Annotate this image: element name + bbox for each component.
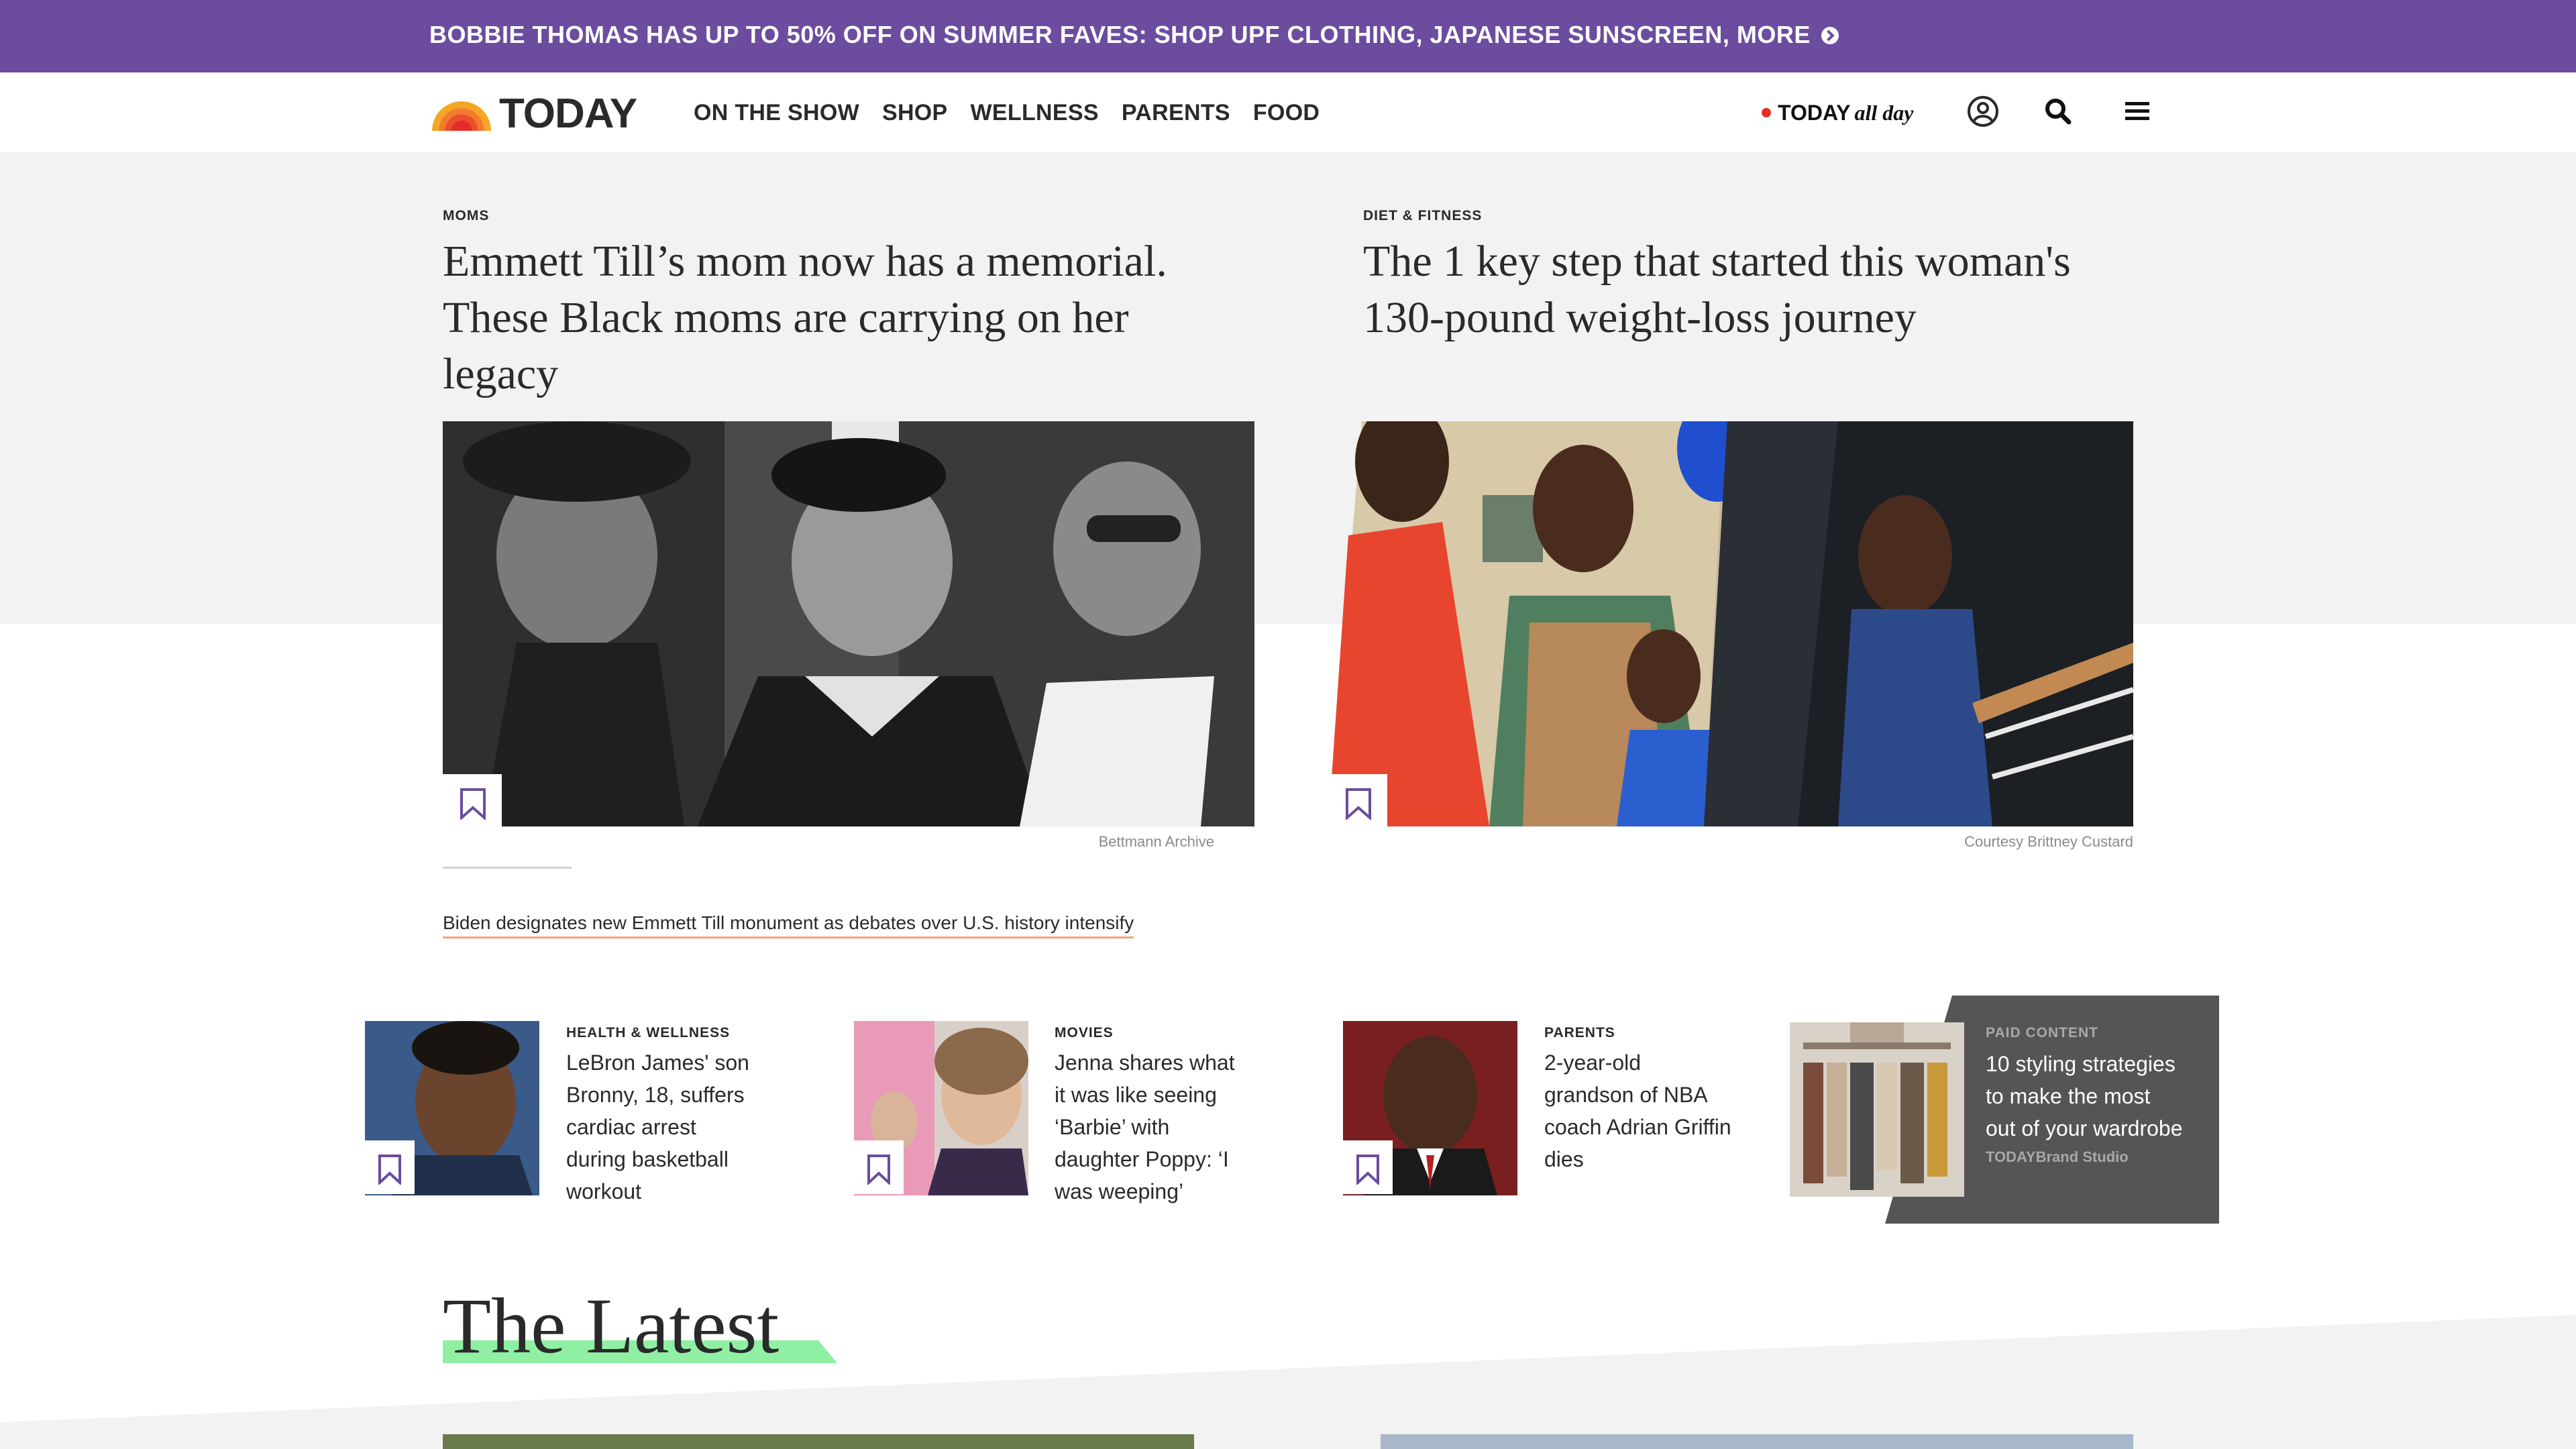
headline-line: to make the most (1986, 1084, 2151, 1108)
hero-left-image[interactable] (443, 421, 1254, 826)
hero-right-bookmark-button[interactable] (1328, 774, 1387, 826)
hero-right-credit: Courtesy Brittney Custard (1964, 833, 2133, 850)
card-2-headline[interactable]: Jenna shares what it was like seeing ‘Ba… (1055, 1046, 1249, 1208)
rainbow-logo-icon (432, 101, 491, 131)
main-nav-links: ON THE SHOW SHOP WELLNESS PARENTS FOOD (694, 72, 1320, 153)
bookmark-icon (460, 788, 486, 820)
paid-card-photo (1790, 1022, 1964, 1197)
headline-line: 10 styling strategies (1986, 1052, 2176, 1076)
search-icon[interactable] (2041, 94, 2076, 129)
allday-rest-text: all day (1854, 100, 1914, 125)
bookmark-icon (867, 1155, 890, 1185)
headline-line: during basketball (566, 1147, 729, 1171)
headline-line: dies (1544, 1147, 1584, 1171)
card-3-headline[interactable]: 2-year-old grandson of NBA coach Adrian … (1544, 1046, 1739, 1175)
latest-section-background (0, 1315, 2576, 1449)
today-logo[interactable]: TODAY (429, 91, 637, 137)
headline-line: coach Adrian Griffin (1544, 1115, 1731, 1139)
hero-right-photo (1328, 421, 2133, 826)
nav-on-the-show[interactable]: ON THE SHOW (694, 100, 859, 126)
bookmark-icon (378, 1155, 401, 1185)
hero-background (0, 153, 2576, 624)
headline-line: ‘Barbie’ with (1055, 1115, 1170, 1139)
headline-line: legacy (443, 350, 559, 398)
promo-banner: BOBBIE THOMAS HAS UP TO 50% OFF ON SUMME… (0, 0, 2576, 72)
user-account-icon[interactable] (1966, 94, 2000, 129)
paid-content-label: PAID CONTENT (1986, 1025, 2098, 1040)
promo-link[interactable]: BOBBIE THOMAS HAS UP TO 50% OFF ON SUMME… (429, 0, 1839, 72)
hero-left-headline[interactable]: Emmett Till’s mom now has a memorial. Th… (443, 233, 1248, 402)
headline-line: 130-pound weight-loss journey (1363, 293, 1917, 342)
today-all-day-link[interactable]: TODAY all day (1762, 98, 1913, 127)
chevron-right-circle-icon (1821, 27, 1839, 44)
related-story-link[interactable]: Biden designates new Emmett Till monumen… (443, 912, 1134, 938)
paid-card-brand: TODAYBrand Studio (1986, 1148, 2129, 1165)
bookmark-icon (1356, 1155, 1379, 1185)
card-1-eyebrow[interactable]: HEALTH & WELLNESS (566, 1025, 730, 1041)
card-3-bookmark-button[interactable] (1343, 1140, 1393, 1194)
headline-line: was weeping’ (1055, 1179, 1184, 1203)
hero-left-bookmark-button[interactable] (443, 774, 502, 826)
card-1-headline[interactable]: LeBron James' son Bronny, 18, suffers ca… (566, 1046, 761, 1208)
hero-left-eyebrow[interactable]: MOMS (443, 208, 489, 224)
headline-line: Bronny, 18, suffers (566, 1083, 745, 1107)
headline-line: Emmett Till’s mom now has a memorial. (443, 237, 1167, 286)
latest-section-title: The Latest (443, 1282, 780, 1370)
nav-wellness[interactable]: WELLNESS (971, 100, 1099, 126)
hero-left-credit: Bettmann Archive (1098, 833, 1214, 850)
hero-left-photo (443, 421, 1254, 826)
headline-line: it was like seeing (1055, 1083, 1217, 1107)
top-navigation: TODAY ON THE SHOW SHOP WELLNESS PARENTS … (0, 72, 2576, 153)
paid-card-headline[interactable]: 10 styling strategies to make the most o… (1986, 1048, 2200, 1144)
hero-right-eyebrow[interactable]: DIET & FITNESS (1363, 208, 1482, 224)
card-1-bookmark-button[interactable] (365, 1140, 415, 1194)
headline-line: out of your wardrobe (1986, 1116, 2183, 1140)
card-3-eyebrow[interactable]: PARENTS (1544, 1025, 1615, 1041)
latest-item-1-image[interactable] (443, 1434, 1194, 1449)
headline-line: 2-year-old (1544, 1051, 1642, 1075)
headline-line: The 1 key step that started this woman's (1363, 237, 2071, 286)
card-2-bookmark-button[interactable] (854, 1140, 904, 1194)
paid-content-card[interactable]: PAID CONTENT 10 styling strategies to ma… (1784, 996, 2219, 1224)
headline-line: Jenna shares what (1055, 1051, 1235, 1075)
headline-line: cardiac arrest (566, 1115, 696, 1139)
nav-parents[interactable]: PARENTS (1122, 100, 1230, 126)
hamburger-menu-icon[interactable] (2120, 94, 2155, 129)
headline-line: workout (566, 1179, 642, 1203)
headline-line: grandson of NBA (1544, 1083, 1708, 1107)
hero-right-headline[interactable]: The 1 key step that started this woman's… (1363, 233, 2202, 346)
latest-item-2-image[interactable] (1381, 1434, 2133, 1449)
promo-text: BOBBIE THOMAS HAS UP TO 50% OFF ON SUMME… (429, 21, 1811, 48)
headline-line: These Black moms are carrying on her (443, 293, 1129, 342)
logo-wordmark: TODAY (499, 90, 637, 137)
headline-line: LeBron James' son (566, 1051, 749, 1075)
allday-today-text: TODAY (1778, 100, 1851, 125)
card-2-eyebrow[interactable]: MOVIES (1055, 1025, 1114, 1041)
nav-food[interactable]: FOOD (1253, 100, 1320, 126)
bookmark-icon (1346, 788, 1371, 820)
live-dot-icon (1762, 108, 1771, 117)
nav-shop[interactable]: SHOP (882, 100, 948, 126)
hero-right-image[interactable] (1328, 421, 2133, 826)
headline-line: daughter Poppy: ‘I (1055, 1147, 1229, 1171)
divider (443, 867, 572, 869)
